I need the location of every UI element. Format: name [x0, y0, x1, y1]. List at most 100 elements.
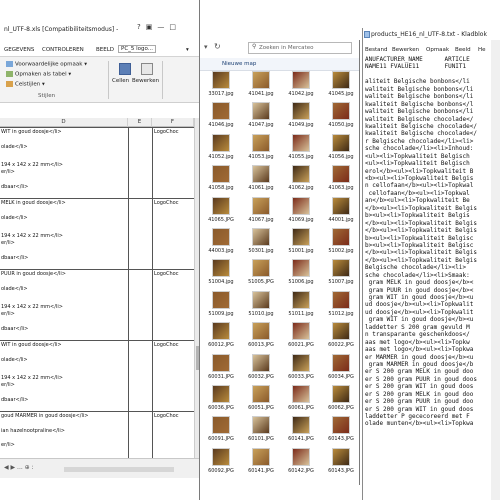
notepad-vertical-scrollbar[interactable] — [491, 40, 500, 500]
sheet-navigation[interactable]: ◀ ▶ ... ⊕ : — [4, 464, 34, 471]
file-thumbnail[interactable] — [252, 385, 270, 403]
file-thumbnail[interactable] — [332, 196, 350, 215]
file-name[interactable]: 41052.jpg — [202, 154, 240, 160]
file-name[interactable]: 60141.JPG — [242, 468, 280, 474]
minimize-icon[interactable]: — — [157, 23, 169, 31]
table-cell[interactable]: LogoChoc — [154, 129, 178, 135]
table-cell[interactable]: 194 x 142 x 22 mm</li> — [1, 233, 63, 239]
file-thumbnail[interactable] — [252, 259, 270, 278]
file-name[interactable]: 33017.jpg — [202, 91, 240, 97]
file-thumbnail[interactable] — [332, 385, 350, 403]
menu-help[interactable]: He — [478, 47, 486, 53]
file-name[interactable]: 60013.JPG — [242, 342, 280, 348]
file-name[interactable]: 51011.jpg — [282, 311, 320, 317]
file-name[interactable]: 60031.JPG — [202, 374, 240, 380]
file-thumbnail[interactable] — [212, 133, 230, 152]
file-thumbnail[interactable] — [252, 322, 270, 341]
file-thumbnail[interactable] — [292, 102, 310, 121]
file-thumbnail[interactable] — [212, 71, 230, 89]
file-thumbnail[interactable] — [292, 416, 310, 435]
table-cell[interactable]: LogoChoc — [154, 413, 178, 419]
file-name[interactable]: 41062.jpg — [282, 185, 320, 191]
file-name[interactable]: 60034.JPG — [322, 374, 359, 380]
file-thumbnail[interactable] — [292, 385, 310, 403]
file-name[interactable]: 60091.JPG — [202, 436, 240, 442]
edit-icon[interactable] — [141, 63, 153, 75]
table-cell[interactable]: dbaar</li> — [1, 326, 28, 332]
file-thumbnail[interactable] — [292, 353, 310, 372]
file-name[interactable]: 51012.jpg — [322, 311, 359, 317]
dropdown-arrow-icon[interactable]: ▾ — [204, 43, 208, 51]
file-name[interactable]: 60033.JPG — [282, 374, 320, 380]
file-thumbnail[interactable] — [332, 259, 350, 278]
file-name[interactable]: 41063.jpg — [322, 185, 359, 191]
column-header-d[interactable]: D — [0, 118, 128, 127]
cells-icon[interactable] — [119, 63, 131, 75]
table-cell[interactable]: ian hazelnootpraline</li> — [1, 428, 65, 434]
file-name[interactable]: 50301.jpg — [242, 248, 280, 254]
menu-bewerken[interactable]: Bewerken — [392, 47, 419, 53]
column-header-f[interactable]: F — [152, 118, 194, 127]
column-header-e[interactable]: E — [128, 118, 152, 127]
file-thumbnail[interactable] — [212, 385, 230, 403]
file-thumbnail[interactable] — [212, 102, 230, 121]
file-name[interactable]: 51001.jpg — [282, 248, 320, 254]
file-thumbnail[interactable] — [332, 290, 350, 309]
file-name[interactable]: 41055.jpg — [282, 154, 320, 160]
file-name[interactable]: 60092.JPG — [202, 468, 240, 474]
file-thumbnail[interactable] — [292, 447, 310, 466]
file-name[interactable]: 51007.jpg — [322, 279, 359, 285]
file-thumbnail[interactable] — [252, 133, 270, 152]
table-cell[interactable]: er/li> — [1, 240, 15, 246]
file-name[interactable]: 41056.jpg — [322, 154, 359, 160]
file-name[interactable]: 60021.JPG — [282, 342, 320, 348]
table-cell[interactable]: olade</li> — [1, 357, 28, 363]
file-name[interactable]: 60141.JPG — [282, 436, 320, 442]
file-thumbnail[interactable] — [252, 165, 270, 184]
file-thumbnail[interactable] — [292, 228, 310, 246]
table-cell[interactable]: PUUR in goud doosje</li> — [1, 271, 66, 277]
file-name[interactable]: 60032.JPG — [242, 374, 280, 380]
cellen-button[interactable]: Cellen — [112, 78, 129, 84]
file-thumbnail[interactable] — [292, 71, 310, 89]
file-thumbnail[interactable] — [332, 71, 350, 89]
file-thumbnail[interactable] — [332, 133, 350, 152]
table-cell[interactable]: MELK in goud doosje</li> — [1, 200, 66, 206]
table-cell[interactable]: goud MARMER in goud doosje</li> — [1, 413, 88, 419]
menu-beeld[interactable]: Beeld — [455, 47, 471, 53]
table-cell[interactable]: 194 x 142 x 22 mm</li> — [1, 375, 63, 381]
table-cell[interactable]: er/li> — [1, 382, 15, 388]
file-thumbnail[interactable] — [332, 165, 350, 184]
file-thumbnail[interactable] — [332, 447, 350, 466]
file-thumbnail[interactable] — [252, 196, 270, 215]
file-name[interactable]: 51005.JPG — [242, 279, 280, 285]
tab-pc5-logo[interactable]: PC_5 logo... — [118, 45, 157, 53]
menu-opmaak[interactable]: Opmaak — [426, 47, 449, 53]
file-thumbnail[interactable] — [252, 353, 270, 372]
table-cell[interactable]: olade</li> — [1, 144, 28, 150]
file-thumbnail[interactable] — [212, 259, 230, 278]
table-cell[interactable]: WIT in goud doosje</li> — [1, 129, 62, 135]
file-name[interactable]: 60061.JPG — [282, 405, 320, 411]
table-cell[interactable]: WIT in goud doosje</li> — [1, 342, 62, 348]
file-thumbnail[interactable] — [252, 447, 270, 466]
file-thumbnail[interactable] — [212, 165, 230, 184]
table-cell[interactable]: LogoChoc — [154, 200, 178, 206]
refresh-icon[interactable]: ↻ — [214, 42, 221, 51]
file-thumbnail[interactable] — [252, 71, 270, 89]
file-thumbnail[interactable] — [332, 102, 350, 121]
file-name[interactable]: 51004.jpg — [202, 279, 240, 285]
file-thumbnail[interactable] — [212, 290, 230, 309]
file-name[interactable]: 41069.jpg — [282, 217, 320, 223]
file-name[interactable]: 41046.jpg — [202, 122, 240, 128]
file-thumbnail[interactable] — [212, 196, 230, 215]
file-name[interactable]: 44001.jpg — [322, 217, 359, 223]
search-input[interactable]: Zoeken in Mercateo — [248, 42, 352, 54]
file-name[interactable]: 51006.jpg — [282, 279, 320, 285]
file-thumbnail[interactable] — [332, 228, 350, 246]
maximize-icon[interactable]: □ — [169, 23, 181, 31]
tab-overflow[interactable]: ▾ — [186, 47, 189, 53]
file-name[interactable]: 44003.jpg — [202, 248, 240, 254]
table-cell[interactable]: LogoChoc — [154, 342, 178, 348]
file-thumbnail[interactable] — [212, 447, 230, 466]
